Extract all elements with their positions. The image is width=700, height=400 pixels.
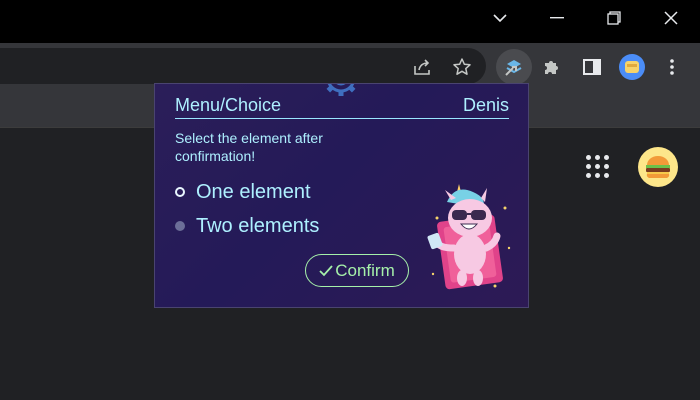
radio-selected[interactable]	[175, 187, 185, 197]
option-two-elements[interactable]: Two elements	[175, 213, 319, 239]
restore-button[interactable]	[586, 0, 642, 36]
user-name: Denis	[462, 95, 509, 115]
apps-grid-icon[interactable]	[586, 155, 610, 179]
title-bar	[0, 0, 700, 43]
close-icon	[664, 11, 678, 25]
tab-search-button[interactable]	[472, 0, 528, 36]
popup-title: Menu/Choice	[175, 95, 282, 115]
profile-button[interactable]	[616, 51, 648, 83]
account-avatar[interactable]	[638, 147, 678, 187]
profile-avatar-icon	[619, 54, 645, 80]
share-button[interactable]	[406, 51, 438, 83]
puzzle-icon	[545, 61, 558, 74]
more-vert-icon	[670, 59, 674, 75]
side-panel-button[interactable]	[576, 51, 608, 83]
star-icon	[453, 58, 471, 75]
option-label: Two elements	[196, 214, 320, 237]
sidepanel-icon	[583, 59, 601, 75]
extension-active-icon	[505, 60, 522, 76]
minimize-button[interactable]	[529, 0, 585, 36]
confirm-button[interactable]: Confirm	[305, 254, 409, 287]
share-icon	[414, 59, 430, 75]
option-label: One element	[196, 180, 311, 203]
restore-icon	[607, 11, 621, 25]
popup-header: Menu/Choice Denis	[175, 95, 509, 119]
check-icon	[319, 264, 333, 276]
active-extension-button[interactable]	[496, 49, 532, 85]
unicorn-mascot-icon	[427, 184, 511, 290]
bookmark-star-button[interactable]	[446, 51, 478, 83]
extensions-button[interactable]	[536, 51, 568, 83]
radio-unselected[interactable]	[175, 221, 185, 231]
option-one-element[interactable]: One element	[175, 179, 311, 205]
confirm-label: Confirm	[335, 260, 395, 280]
browser-menu-button[interactable]	[656, 51, 688, 83]
minimize-icon	[550, 17, 564, 19]
choice-prompt: Select the element after confirmation!	[175, 130, 323, 164]
chevron-down-icon	[493, 14, 507, 23]
extension-popup: Menu/Choice Denis Select the element aft…	[154, 83, 529, 308]
burger-icon	[646, 156, 670, 179]
close-window-button[interactable]	[643, 0, 699, 36]
